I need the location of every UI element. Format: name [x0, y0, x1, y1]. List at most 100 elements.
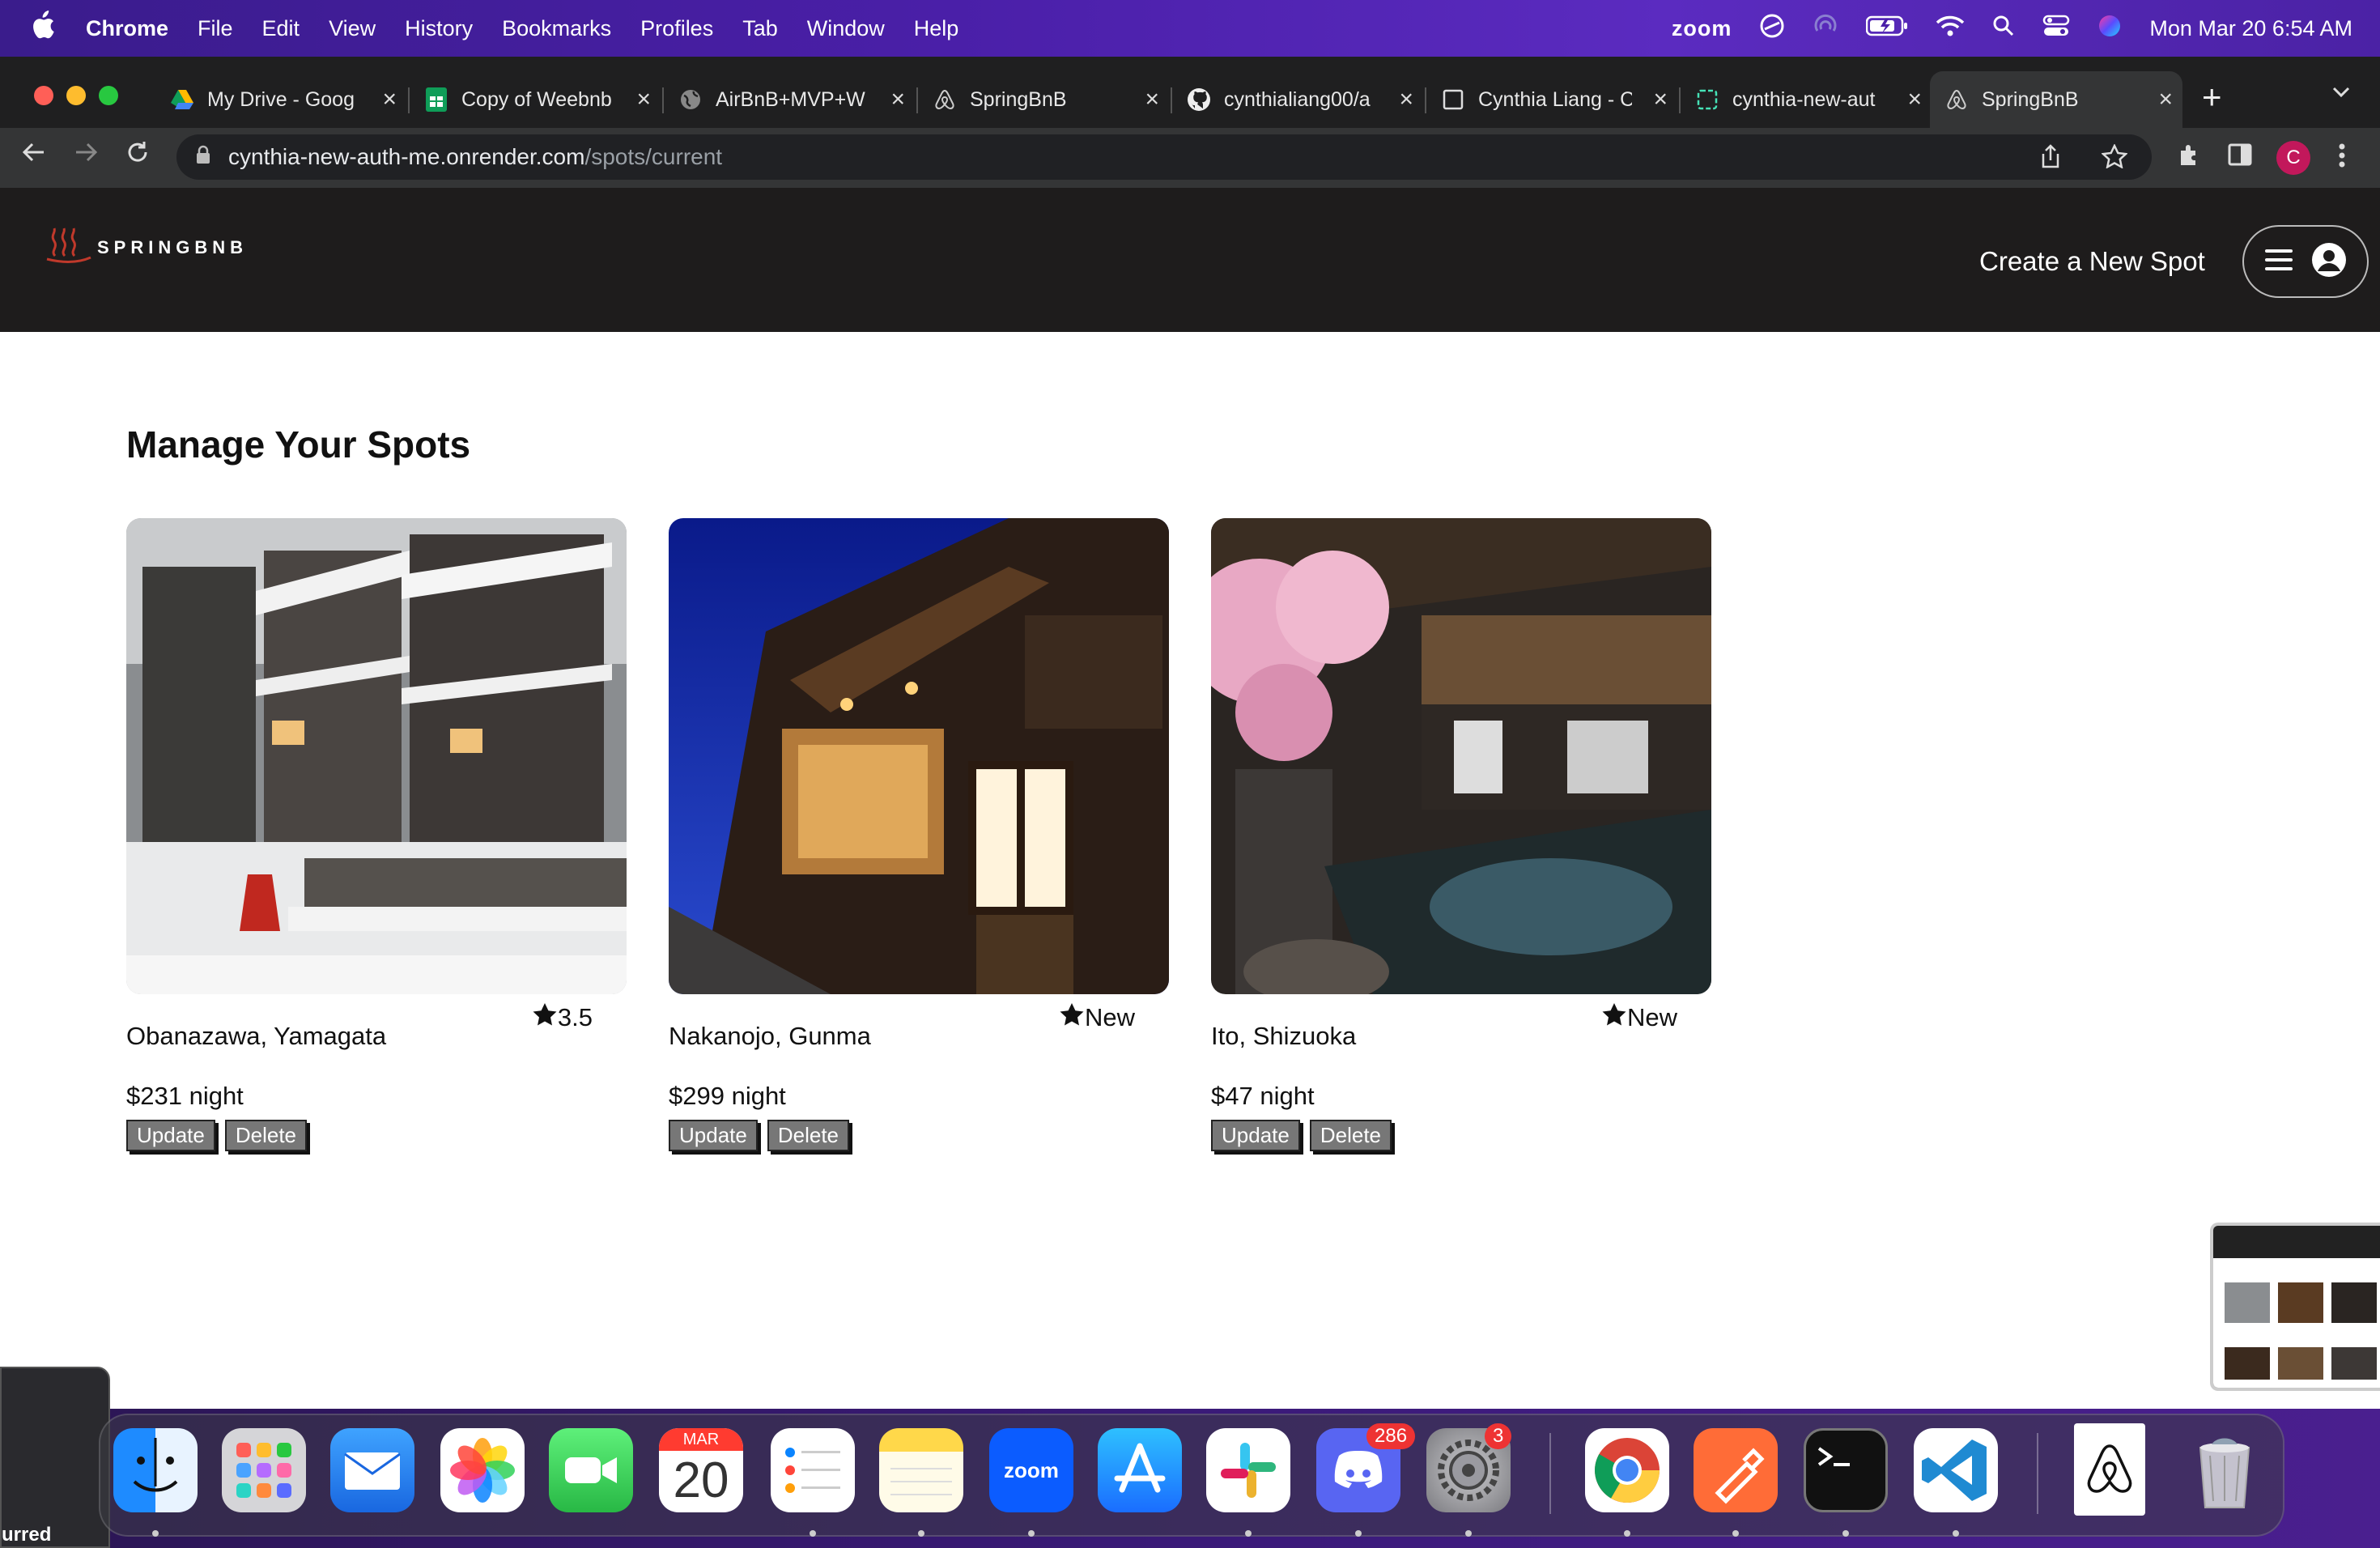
maximize-window-icon[interactable] — [99, 86, 118, 105]
airplay-audio-icon[interactable] — [1813, 13, 1838, 45]
zoom-app-icon[interactable]: zoom — [989, 1428, 1073, 1512]
terminal-icon[interactable] — [1804, 1428, 1888, 1512]
close-tab-icon[interactable]: × — [1907, 86, 1922, 113]
menu-window[interactable]: Window — [807, 16, 885, 41]
spot-card[interactable]: New Ito, Shizuoka $47 night Update Delet… — [1211, 518, 1711, 1151]
photos-icon[interactable] — [440, 1428, 525, 1512]
siri-icon[interactable] — [2097, 14, 2122, 44]
slack-icon[interactable] — [1206, 1428, 1290, 1512]
extensions-puzzle-icon[interactable] — [2176, 142, 2202, 175]
spot-image-night-ryokan-lantern[interactable] — [669, 518, 1169, 994]
close-tab-icon[interactable]: × — [890, 86, 905, 113]
user-circle-icon — [2311, 242, 2347, 282]
vscode-icon[interactable] — [1914, 1428, 1998, 1512]
share-icon[interactable] — [2040, 144, 2061, 174]
menu-file[interactable]: File — [198, 16, 233, 41]
close-tab-icon[interactable]: × — [1653, 86, 1668, 113]
rating-value: New — [1084, 1003, 1135, 1031]
reload-icon[interactable] — [125, 139, 151, 172]
profile-menu-button[interactable] — [2242, 225, 2369, 298]
menu-clock[interactable]: Mon Mar 20 6:54 AM — [2149, 16, 2352, 41]
chrome-icon[interactable] — [1585, 1428, 1669, 1512]
close-tab-icon[interactable]: × — [382, 86, 397, 113]
rating-value: 3.5 — [557, 1003, 593, 1031]
back-arrow-icon[interactable] — [21, 139, 47, 172]
close-tab-icon[interactable]: × — [636, 86, 651, 113]
spot-image-snowy-onsen-town[interactable] — [126, 518, 627, 994]
delete-button[interactable]: Delete — [1309, 1120, 1392, 1151]
screenshot-thumbnail[interactable] — [2210, 1223, 2380, 1391]
spot-card[interactable]: New Nakanojo, Gunma $299 night Update De… — [669, 518, 1169, 1151]
wifi-icon[interactable] — [1936, 15, 1965, 43]
control-center-icon[interactable] — [2042, 15, 2070, 43]
close-tab-icon[interactable]: × — [1145, 86, 1159, 113]
profile-avatar[interactable]: C — [2276, 141, 2310, 175]
dock-divider — [1549, 1433, 1551, 1514]
tab-cynthia-liang[interactable]: Cynthia Liang - C × — [1426, 71, 1677, 128]
spotlight-search-icon[interactable] — [1992, 15, 2015, 43]
tab-strip: My Drive - Goog × Copy of Weebnb × AirBn… — [0, 57, 2380, 128]
update-button[interactable]: Update — [126, 1120, 215, 1151]
trash-icon[interactable] — [2182, 1428, 2267, 1512]
close-tab-icon[interactable]: × — [2158, 86, 2173, 113]
discord-notification-badge: 286 — [1366, 1423, 1416, 1449]
update-button[interactable]: Update — [669, 1120, 758, 1151]
tab-airbnb-mvp[interactable]: AirBnB+MVP+W × — [664, 71, 915, 128]
spot-rating: New — [1059, 1002, 1135, 1033]
airbnb-logo-icon — [1944, 87, 1969, 112]
app-store-icon[interactable] — [1098, 1428, 1182, 1512]
launchpad-icon[interactable] — [222, 1428, 306, 1512]
close-tab-icon[interactable]: × — [1399, 86, 1413, 113]
bookmark-star-icon[interactable] — [2101, 143, 2128, 174]
menu-history[interactable]: History — [405, 16, 473, 41]
widget-text: urred — [2, 1524, 52, 1546]
update-button[interactable]: Update — [1211, 1120, 1300, 1151]
spot-card[interactable]: 3.5 Obanazawa, Yamagata $231 night Updat… — [126, 518, 627, 1151]
spot-price: $299 night — [669, 1082, 786, 1110]
tab-github-repo[interactable]: cynthialiang00/a × — [1172, 71, 1423, 128]
mail-icon[interactable] — [330, 1428, 414, 1512]
tab-render-dashboard[interactable]: cynthia-new-aut × — [1681, 71, 1932, 128]
menu-help[interactable]: Help — [914, 16, 959, 41]
site-logo[interactable]: SPRINGBNB — [44, 227, 248, 268]
zoom-label: zoom — [1004, 1457, 1059, 1482]
kebab-menu-icon[interactable] — [2338, 142, 2346, 175]
notes-icon[interactable] — [879, 1428, 963, 1512]
battery-icon[interactable] — [1866, 15, 1908, 42]
tab-title: Copy of Weebnb — [461, 87, 612, 111]
menu-app-name[interactable]: Chrome — [86, 16, 168, 41]
delete-button[interactable]: Delete — [224, 1120, 307, 1151]
airbnb-document-icon[interactable] — [2074, 1423, 2145, 1516]
tab-copy-of-weebnb[interactable]: Copy of Weebnb × — [410, 71, 661, 128]
do-not-disturb-icon[interactable] — [1759, 13, 1785, 45]
facetime-icon[interactable] — [549, 1428, 633, 1512]
address-bar[interactable]: cynthia-new-auth-me.onrender.com/spots/c… — [176, 134, 2152, 180]
reminders-icon[interactable] — [771, 1428, 855, 1512]
menu-bookmarks[interactable]: Bookmarks — [502, 16, 611, 41]
apple-icon[interactable] — [29, 10, 62, 47]
tab-springbnb[interactable]: SpringBnB × — [918, 71, 1169, 128]
menu-profiles[interactable]: Profiles — [640, 16, 713, 41]
lock-icon[interactable] — [196, 145, 210, 169]
zoom-status-item[interactable]: zoom — [1672, 16, 1732, 41]
tab-my-drive[interactable]: My Drive - Goog × — [155, 71, 406, 128]
forward-arrow-icon[interactable] — [73, 139, 99, 172]
finder-icon[interactable] — [113, 1428, 198, 1512]
left-widget[interactable]: urred — [0, 1367, 110, 1548]
minimize-window-icon[interactable] — [66, 86, 86, 105]
spot-image-outdoor-bath-sakura[interactable] — [1211, 518, 1711, 994]
calendar-icon[interactable]: MAR 20 — [659, 1428, 743, 1512]
postman-icon[interactable] — [1694, 1428, 1778, 1512]
menu-edit[interactable]: Edit — [262, 16, 300, 41]
side-panel-icon[interactable] — [2228, 142, 2252, 173]
new-tab-icon[interactable]: + — [2202, 78, 2222, 117]
tab-title: AirBnB+MVP+W — [716, 87, 865, 111]
menu-view[interactable]: View — [329, 16, 376, 41]
delete-button[interactable]: Delete — [767, 1120, 849, 1151]
tab-springbnb-active[interactable]: SpringBnB × — [1930, 71, 2182, 128]
spot-price: $231 night — [126, 1082, 244, 1110]
close-window-icon[interactable] — [34, 86, 53, 105]
tab-search-chevron-icon[interactable] — [2331, 86, 2351, 103]
create-new-spot-link[interactable]: Create a New Spot — [1979, 246, 2205, 277]
menu-tab[interactable]: Tab — [742, 16, 778, 41]
